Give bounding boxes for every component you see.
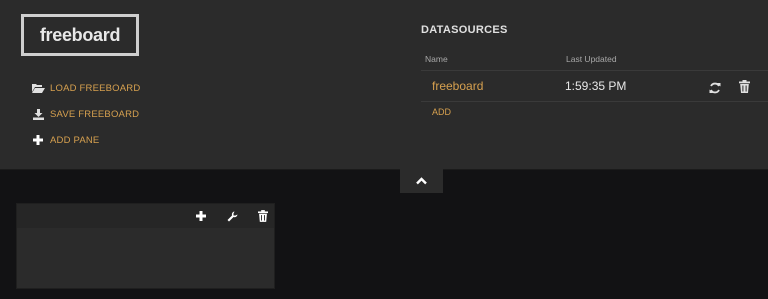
load-freeboard-label: LOAD FREEBOARD [50, 82, 141, 94]
table-row: freeboard 1:59:35 PM [421, 70, 768, 102]
save-freeboard-label: SAVE FREEBOARD [50, 108, 140, 120]
add-pane-button[interactable]: ADD PANE [31, 127, 211, 153]
plus-icon [31, 134, 45, 146]
column-header-name: Name [425, 54, 448, 64]
save-freeboard-button[interactable]: SAVE FREEBOARD [31, 101, 211, 127]
datasources-title: DATASOURCES [421, 24, 508, 36]
delete-datasource-icon[interactable] [739, 80, 750, 93]
datasource-name-link[interactable]: freeboard [432, 79, 483, 93]
chevron-up-icon [416, 172, 427, 190]
pane [16, 203, 275, 289]
refresh-icon[interactable] [709, 81, 721, 94]
pane-header [17, 204, 274, 228]
wrench-icon[interactable] [226, 210, 238, 222]
load-freeboard-button[interactable]: LOAD FREEBOARD [31, 75, 211, 101]
trash-icon[interactable] [257, 210, 269, 222]
folder-open-icon [31, 82, 45, 94]
column-header-last-updated: Last Updated [566, 54, 617, 64]
collapse-header-button[interactable] [400, 169, 443, 193]
logo-text: freeboard [39, 24, 121, 45]
datasources-table-header: Name Last Updated [421, 54, 768, 66]
plus-icon[interactable] [195, 210, 207, 222]
datasources-section: DATASOURCES Name Last Updated freeboard … [421, 24, 768, 117]
download-icon [31, 108, 45, 120]
freeboard-logo: freeboard [21, 14, 139, 56]
add-datasource-button[interactable]: ADD [432, 107, 451, 117]
header-panel: freeboard LOAD FREEBOARD SAVE FREEBOARD [0, 0, 768, 170]
board-menu: LOAD FREEBOARD SAVE FREEBOARD ADD PANE [31, 75, 211, 153]
add-pane-label: ADD PANE [50, 134, 100, 146]
datasource-last-updated: 1:59:35 PM [565, 79, 627, 93]
